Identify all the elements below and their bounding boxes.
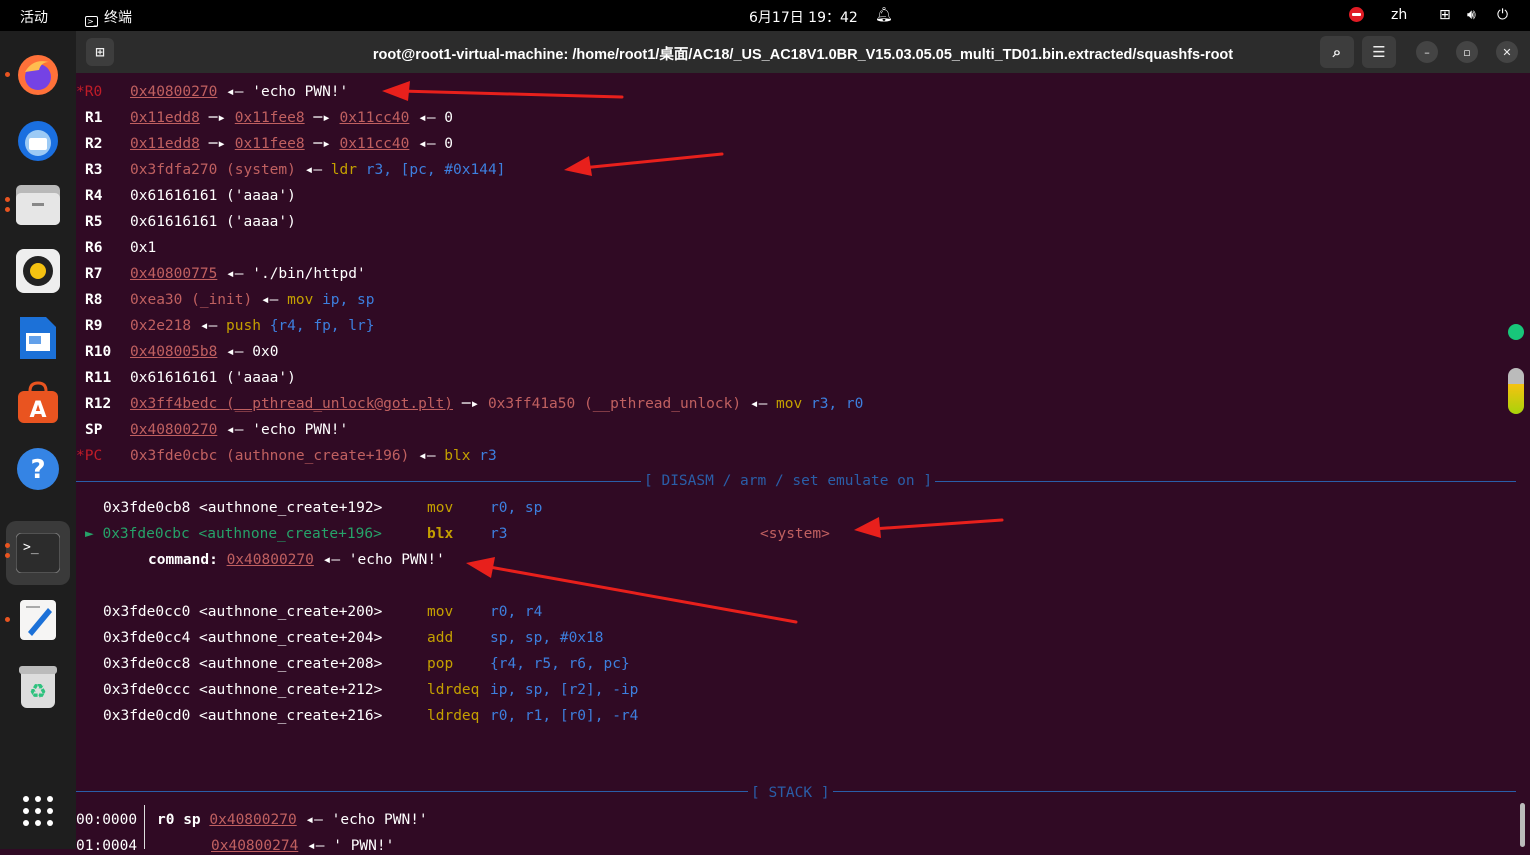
annotation-arrows: [382, 81, 1004, 624]
